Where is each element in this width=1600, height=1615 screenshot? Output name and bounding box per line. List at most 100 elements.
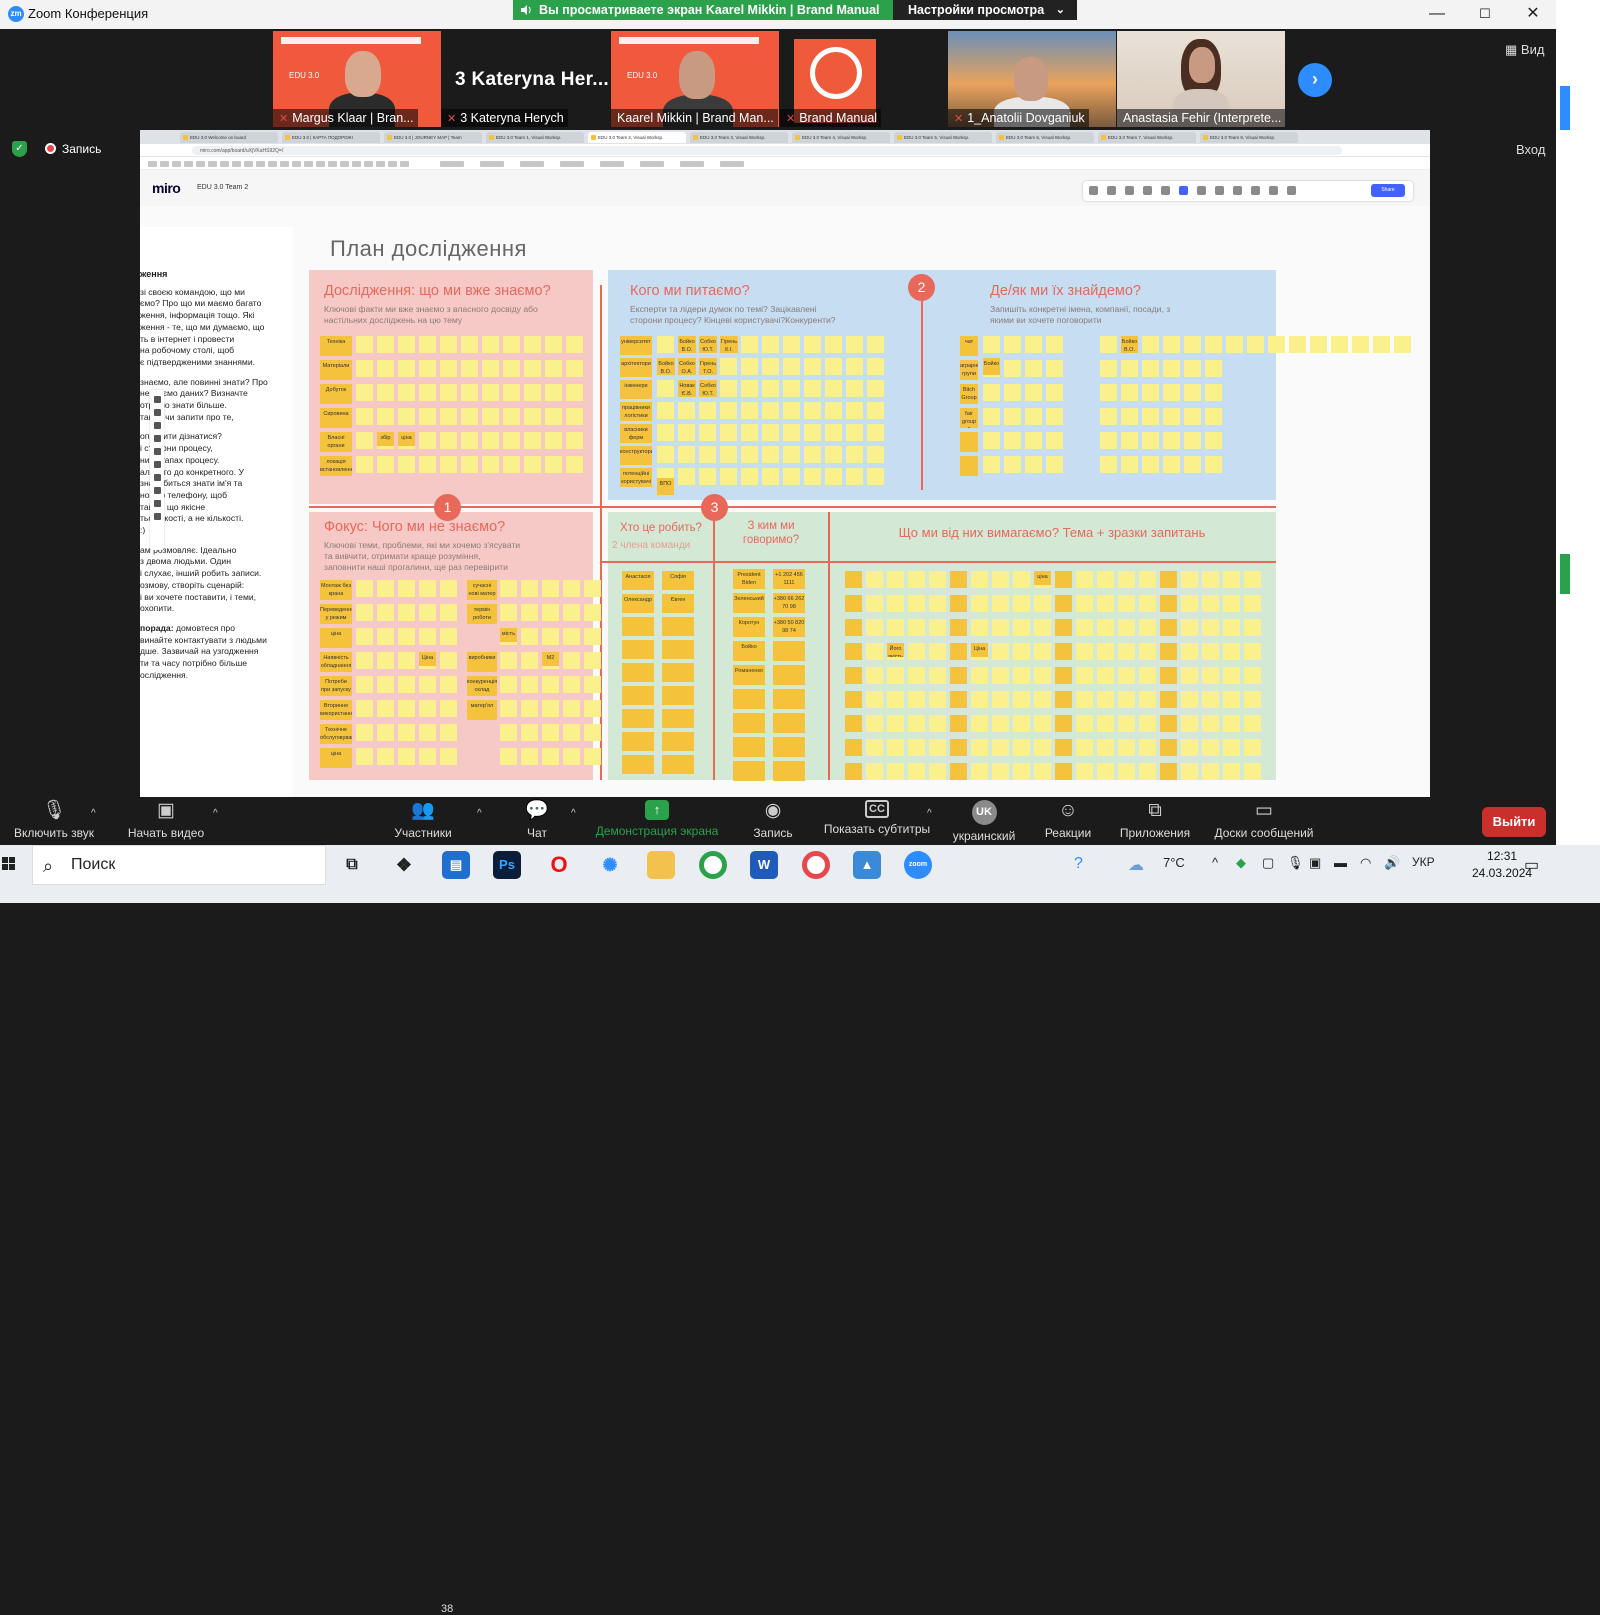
sticky-note (419, 360, 436, 377)
keyboard-language[interactable]: УКР (1412, 855, 1435, 869)
share-screen-button[interactable]: ↑ Демонстрация экрана (590, 800, 724, 838)
notifications-icon[interactable]: ▭ (1524, 855, 1539, 875)
taskbar-search-input[interactable]: ⌕ Поиск (32, 845, 326, 885)
chat-button[interactable]: 💬 Чат (513, 800, 561, 840)
participant-name: ✕ 1_Anatolii Dovganiuk (948, 109, 1089, 127)
sticky-note (356, 748, 373, 765)
sticky-note (1202, 619, 1219, 636)
instructions-text: ам розмовляє. Ідеально з двома людьми. О… (140, 544, 262, 614)
sticky-note: мість (500, 628, 517, 642)
sticky-note: Олександр (622, 594, 654, 613)
view-button[interactable]: ▦ Вид (1505, 42, 1544, 58)
photos-icon[interactable]: ▲ (853, 851, 881, 879)
unmute-button[interactable]: 🎙 Включить звук (8, 800, 100, 840)
video-tile[interactable]: 3 Kateryna Her... ✕ 3 Kateryna Herych (441, 31, 609, 127)
start-video-button[interactable]: ▣ Начать видео (120, 800, 212, 840)
minimize-button[interactable]: — (1414, 3, 1460, 25)
bookmark-icon (352, 161, 361, 167)
browser-tab: EDU 3.0 Team 7, Visual Worksp. (1098, 132, 1196, 143)
leave-button[interactable]: Выйти (1482, 807, 1546, 837)
sticky-note (804, 402, 821, 419)
security-shield-icon[interactable]: ✓ (12, 141, 27, 157)
browser-tab: EDU 3.0 | JOURNEY MAP | Team (384, 132, 482, 143)
pinwheel-icon[interactable]: ✺ (596, 851, 624, 879)
bookmark-icon (268, 161, 277, 167)
sticky-note (1184, 432, 1201, 449)
word-icon[interactable]: W (750, 851, 778, 879)
sticky-note (563, 676, 580, 693)
sticky-note (545, 360, 562, 377)
captions-button[interactable]: CC Показать субтитры (820, 800, 934, 836)
bookmark-folder-icon (520, 161, 544, 167)
sticky-note (1205, 432, 1222, 449)
sticky-note (1184, 456, 1201, 473)
microphone-icon[interactable]: 🎙 (1287, 855, 1304, 871)
sticky-note (482, 384, 499, 401)
sticky-note (929, 691, 946, 708)
sticky-note (733, 761, 765, 781)
whiteboards-button[interactable]: ▭ Доски сообщений (1208, 800, 1320, 840)
sticky-note (1100, 336, 1117, 353)
browser-tab: EDU 3.0 Team 5, Visual Worksp. (894, 132, 992, 143)
opera-icon[interactable]: O (545, 851, 573, 879)
sticky-note (1034, 619, 1051, 636)
sticky-note (699, 424, 716, 441)
file-explorer-icon[interactable] (647, 851, 675, 879)
task-view-icon[interactable]: ⧉ (338, 851, 366, 879)
chrome-icon[interactable] (699, 851, 727, 879)
maximize-button[interactable]: ☐ (1462, 3, 1508, 25)
video-tile[interactable]: EDU 3.0 Kaarel Mikkin | Brand Man... (611, 31, 779, 127)
wifi-icon[interactable]: ◠ (1360, 855, 1371, 871)
photoshop-icon[interactable]: Ps (493, 851, 521, 879)
help-icon[interactable]: ? (1074, 855, 1083, 873)
sticky-note (1100, 456, 1117, 473)
tray-app2-icon[interactable]: ▣ (1309, 855, 1321, 871)
weather-temp[interactable]: 7°C (1163, 855, 1185, 870)
tray-display-icon[interactable]: ▢ (1262, 855, 1274, 871)
video-tile[interactable]: EDU 3.0 ✕ Margus Klaar | Bran... (273, 31, 441, 127)
sticky-note (398, 748, 415, 765)
store-icon[interactable]: ▤ (442, 851, 470, 879)
language-button[interactable]: UK украинский (946, 800, 1022, 843)
sticky-note (356, 652, 373, 669)
login-button[interactable]: Вход (1516, 142, 1545, 157)
bookmark-folder-icon (640, 161, 664, 167)
close-button[interactable]: ✕ (1510, 3, 1556, 25)
video-tile[interactable]: ✕ 1_Anatolii Dovganiuk (948, 31, 1116, 127)
recording-indicator[interactable]: Запись (45, 142, 101, 156)
battery-icon[interactable]: ▬ (1334, 855, 1347, 870)
sticky-note (866, 763, 883, 780)
chrome-profile-icon[interactable] (802, 851, 830, 879)
meeting-toolbar: 🎙 Включить звук ^ ▣ Начать видео ^ 👥 Участн… (0, 797, 1556, 1615)
sticky-note (846, 446, 863, 463)
sticky-note (825, 336, 842, 353)
sticky-note (503, 336, 520, 353)
apps-button[interactable]: ⧉ Приложения (1114, 800, 1196, 840)
sticky-note (971, 739, 988, 756)
tray-chevron-icon[interactable]: ^ (1212, 855, 1218, 870)
next-page-arrow-icon[interactable]: › (1298, 63, 1332, 97)
sticky-note (440, 604, 457, 621)
video-tile[interactable]: ✕ Brand Manual (780, 31, 948, 127)
record-button[interactable]: ◉ Запись (747, 800, 799, 840)
dropbox-icon[interactable]: ❖ (390, 851, 418, 879)
windows-start-icon[interactable] (2, 857, 16, 871)
zoom-taskbar-icon[interactable]: zoom (904, 851, 932, 879)
bookmark-folder-icon (560, 161, 584, 167)
volume-icon[interactable]: 🔊 (1384, 855, 1400, 871)
mic-muted-icon: 🎙 (42, 800, 67, 821)
zone-title: З ким ми говоримо? (742, 520, 800, 546)
participants-button[interactable]: 👥 Участники (385, 800, 461, 840)
video-tile[interactable]: Anastasia Fehir (Interprete... (1117, 31, 1285, 127)
sticky-note: Романенко (733, 665, 765, 685)
reactions-button[interactable]: ☺ Реакции (1040, 800, 1096, 840)
sticky-note (992, 595, 1009, 612)
sticky-note (887, 667, 904, 684)
bookmark-folder-icon (600, 161, 624, 167)
sticky-note: Софія (662, 571, 694, 590)
view-settings-button[interactable]: Настройки просмотра ⌄ (893, 0, 1077, 20)
sticky-note (845, 667, 862, 684)
sticky-note (503, 360, 520, 377)
tray-app-icon[interactable]: ◆ (1236, 855, 1246, 871)
miro-tool-icon (1089, 186, 1098, 195)
